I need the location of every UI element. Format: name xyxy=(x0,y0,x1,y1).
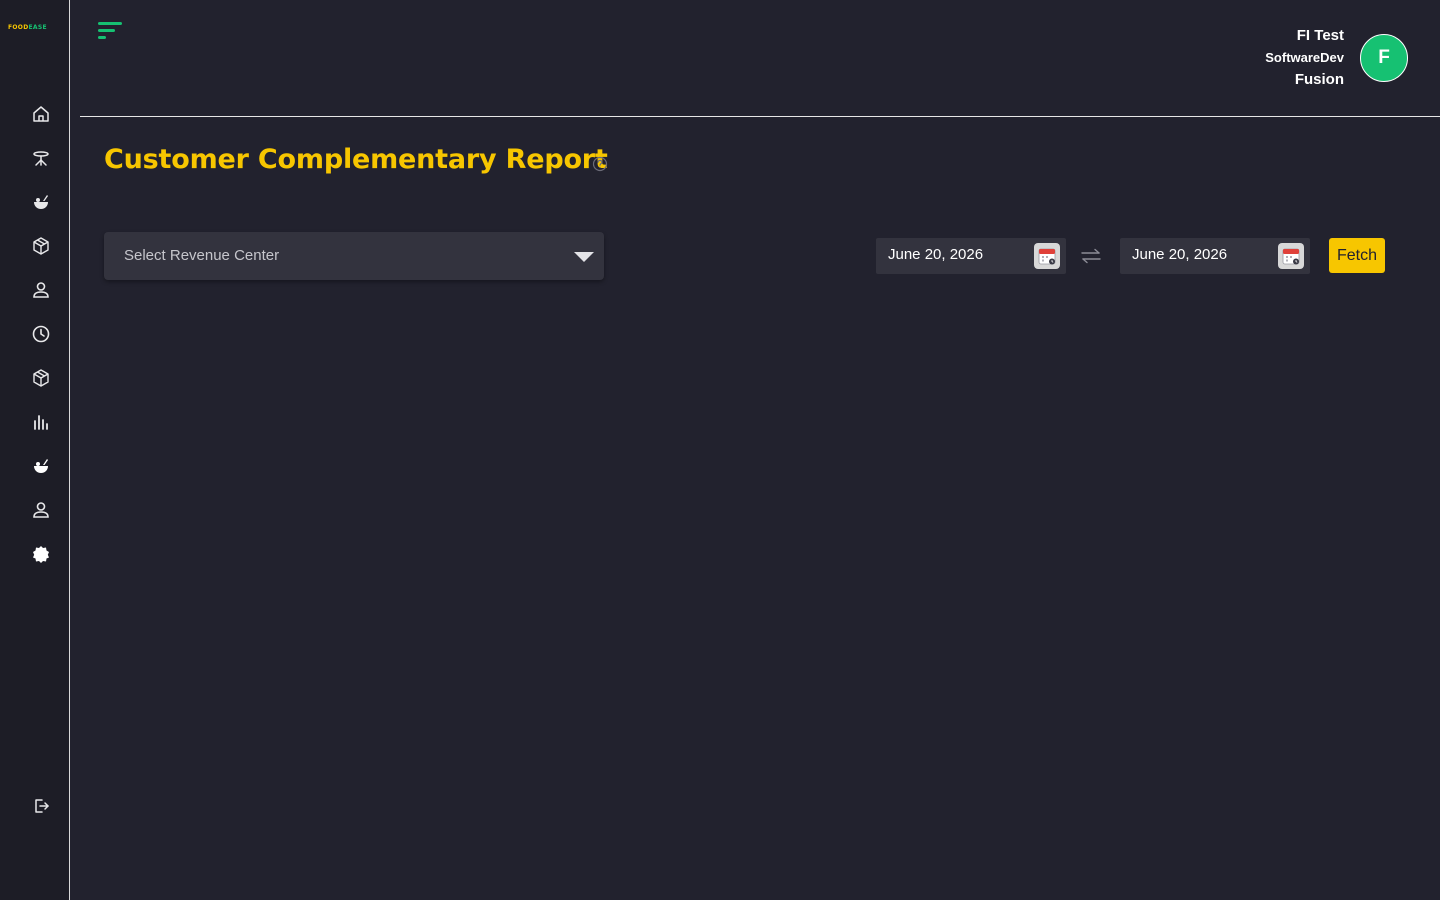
logo-text-food: FOOD xyxy=(8,24,29,31)
sidebar-item-settings[interactable] xyxy=(29,542,53,566)
header-divider xyxy=(80,116,1440,117)
sidebar-item-reports[interactable] xyxy=(29,410,53,434)
help-icon[interactable] xyxy=(592,156,608,172)
end-date-value[interactable]: June 20, 2026 xyxy=(1132,246,1227,263)
sidebar-item-inventory[interactable] xyxy=(29,234,53,258)
user-info: FI Test SoftwareDev Fusion xyxy=(1265,25,1344,91)
home-icon xyxy=(33,106,49,122)
sidebar-item-customers[interactable] xyxy=(29,278,53,302)
user-icon xyxy=(33,282,49,298)
sidebar-item-kitchen[interactable] xyxy=(29,454,53,478)
dining-table-icon xyxy=(33,151,49,166)
sidebar-item-history[interactable] xyxy=(29,322,53,346)
sidebar-item-users[interactable] xyxy=(29,498,53,522)
user-icon xyxy=(33,502,49,518)
start-date-field[interactable]: June 20, 2026 xyxy=(876,238,1066,274)
fetch-button[interactable]: Fetch xyxy=(1329,238,1385,273)
revenue-center-placeholder: Select Revenue Center xyxy=(124,247,280,264)
page-title: Customer Complementary Report xyxy=(104,144,608,175)
box-icon xyxy=(33,237,49,255)
logo-text-ease: EASE xyxy=(28,24,47,31)
avatar[interactable]: F xyxy=(1360,34,1408,82)
brand-logo[interactable]: FOODEASE xyxy=(8,24,47,31)
end-date-field[interactable]: June 20, 2026 xyxy=(1120,238,1310,274)
calendar-icon[interactable] xyxy=(1278,243,1304,269)
bar-chart-icon xyxy=(34,415,48,430)
clock-icon xyxy=(32,325,50,343)
sidebar-item-menu[interactable] xyxy=(29,190,53,214)
user-sub: Fusion xyxy=(1294,71,1344,88)
calendar-icon[interactable] xyxy=(1034,243,1060,269)
user-org: SoftwareDev xyxy=(1265,50,1344,65)
start-date-value[interactable]: June 20, 2026 xyxy=(888,246,983,263)
swap-arrows-icon[interactable] xyxy=(1080,246,1102,266)
chevron-down-icon xyxy=(574,252,594,262)
sidebar-item-home[interactable] xyxy=(29,102,53,126)
food-bowl-icon xyxy=(34,459,48,473)
revenue-center-select[interactable]: Select Revenue Center xyxy=(104,232,604,280)
user-name: FI Test xyxy=(1296,27,1344,44)
settings-icon xyxy=(33,546,49,563)
menu-toggle-icon[interactable] xyxy=(98,20,124,42)
logout-icon xyxy=(35,799,49,813)
box-icon xyxy=(33,369,49,387)
sidebar-item-tables[interactable] xyxy=(29,146,53,170)
sidebar: FOODEASE xyxy=(0,0,70,900)
sidebar-item-products[interactable] xyxy=(29,366,53,390)
food-bowl-icon xyxy=(34,195,48,209)
logout-button[interactable] xyxy=(29,794,53,818)
